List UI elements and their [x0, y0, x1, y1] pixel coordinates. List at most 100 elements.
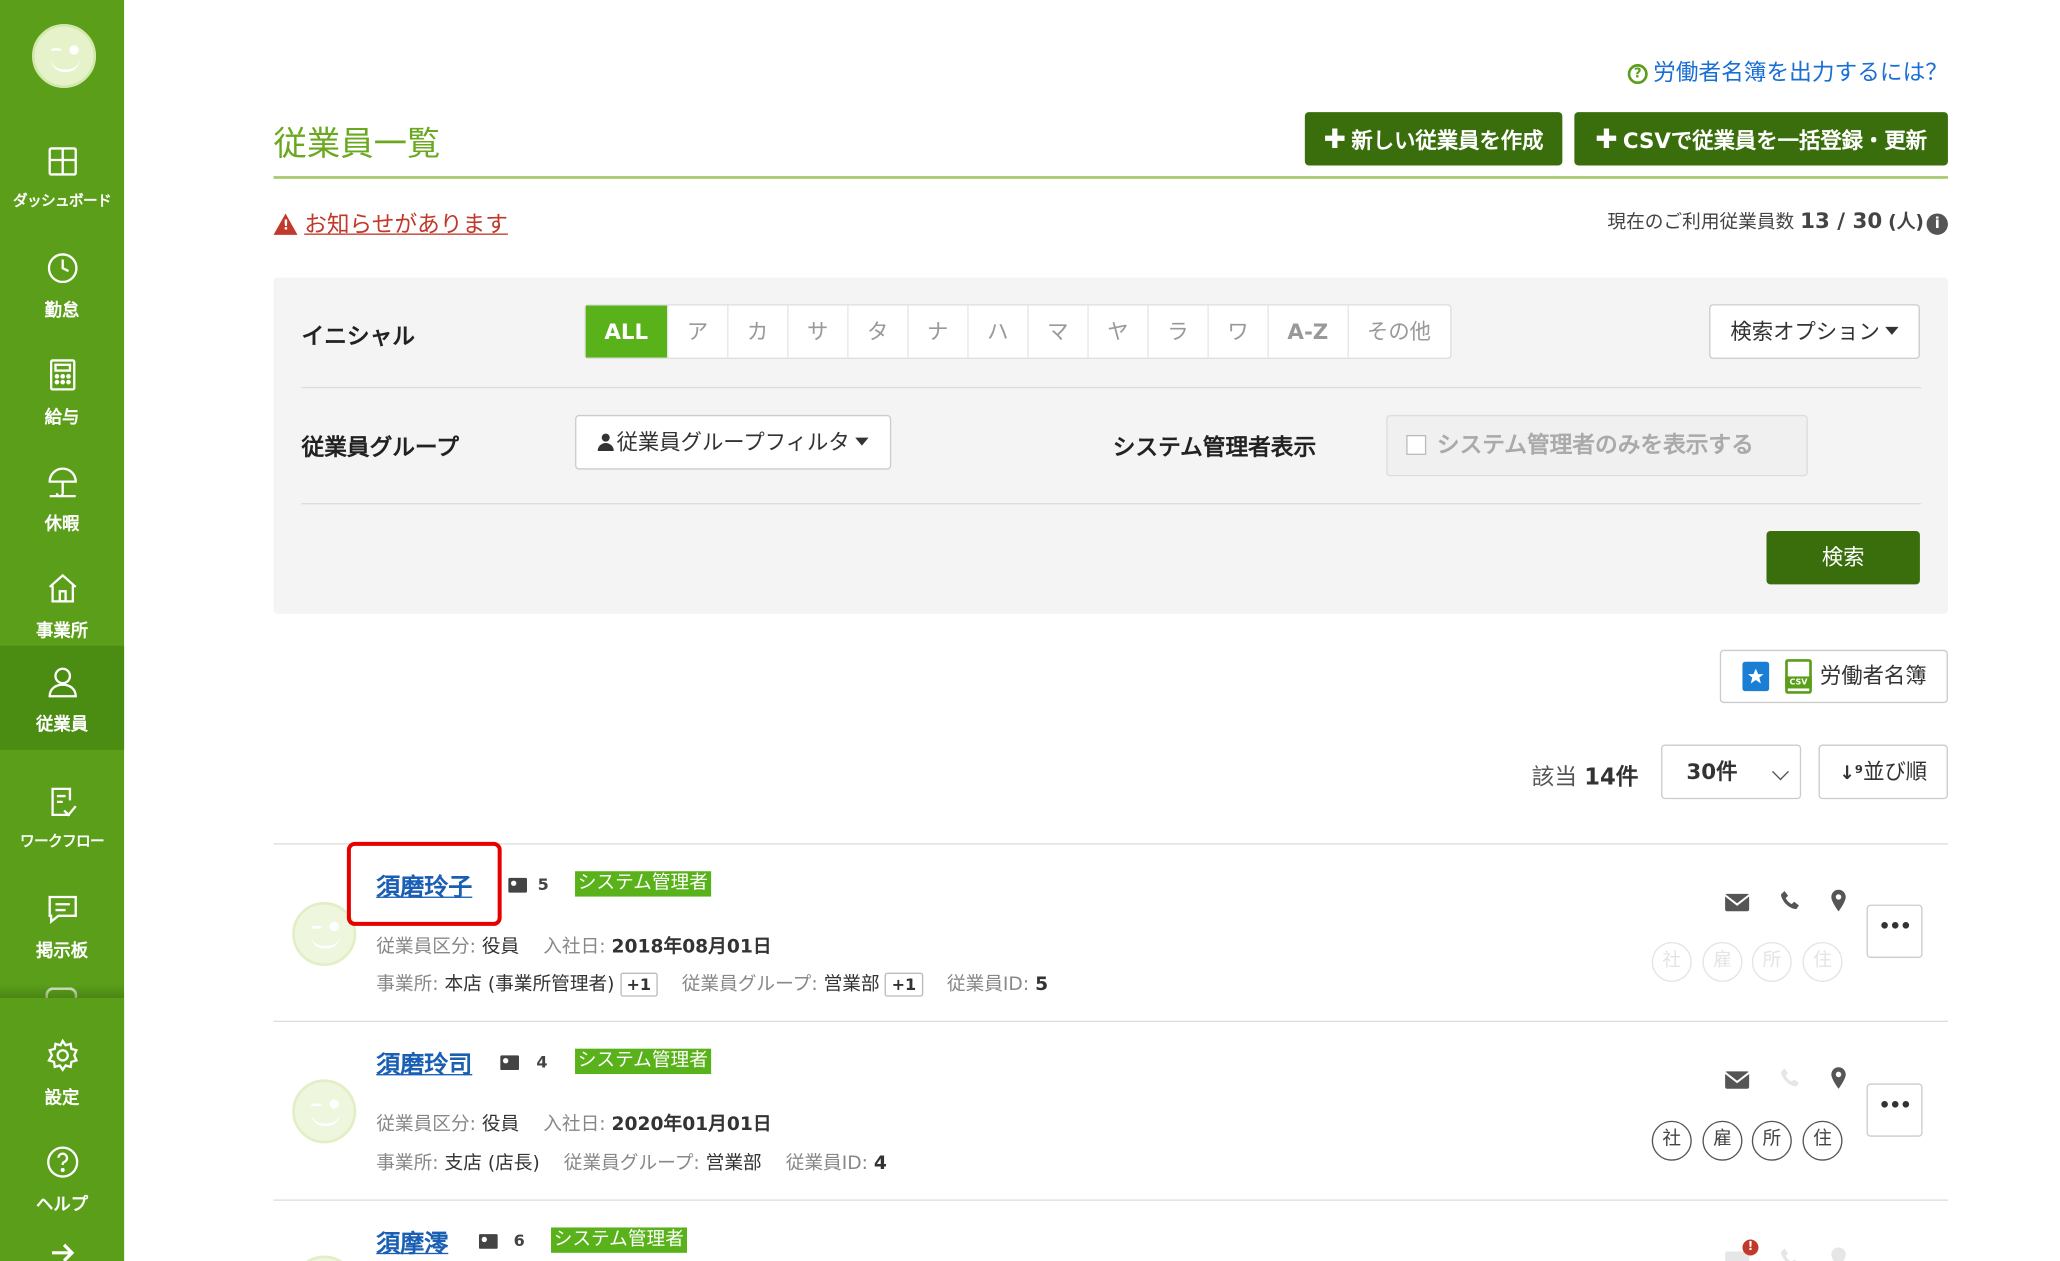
caret-down-icon: [855, 437, 869, 446]
employee-meta-1: 従業員区分: 役員 入社日: 2018年08月01日: [376, 933, 795, 960]
initial-sa[interactable]: サ: [786, 305, 847, 358]
app-logo[interactable]: [32, 24, 97, 89]
more-actions-button[interactable]: •••: [1866, 904, 1923, 958]
plus-icon: ✚: [1595, 122, 1618, 155]
location-icon[interactable]: [1825, 1066, 1852, 1090]
employee-meta-1: 従業員区分: 役員 入社日: 2020年01月01日: [376, 1110, 795, 1137]
category-value: 役員: [481, 1114, 520, 1136]
admin-badge: システム管理者: [575, 871, 711, 897]
office-chip[interactable]: 所: [1751, 1120, 1792, 1161]
initial-ya[interactable]: ヤ: [1087, 305, 1147, 358]
insurance-chip: 社: [1651, 941, 1692, 982]
initial-other[interactable]: その他: [1346, 305, 1450, 358]
chevron-down-icon: [1771, 763, 1789, 781]
search-options-label: 検索オプション: [1730, 318, 1880, 345]
employment-chip[interactable]: 雇: [1702, 1120, 1743, 1161]
group-label: 従業員グループ: [301, 434, 459, 462]
sidebar-item-label: ワークフロー: [20, 832, 105, 850]
warning-icon: !: [273, 213, 298, 235]
category-label: 従業員区分:: [376, 1114, 476, 1136]
initial-a[interactable]: ア: [666, 305, 727, 358]
sidebar-item-dashboard[interactable]: ダッシュボード: [0, 125, 124, 229]
notice-link[interactable]: ! お知らせがあります: [273, 205, 508, 239]
mail-icon[interactable]: [1724, 1067, 1751, 1091]
roster-csv-button[interactable]: CSV 労働者名簿: [1719, 649, 1948, 704]
caret-down-icon: [1885, 326, 1899, 335]
joined-value: 2020年01月01日: [611, 1114, 772, 1136]
initial-ta[interactable]: タ: [846, 305, 907, 358]
plus-icon: ✚: [1323, 122, 1347, 155]
sidebar-item-leave[interactable]: 休暇: [0, 446, 124, 550]
csv-import-button[interactable]: ✚ CSVで従業員を一括登録・更新: [1574, 112, 1948, 166]
initial-ma[interactable]: マ: [1027, 305, 1087, 358]
emp-id-label: 従業員ID:: [785, 1152, 868, 1175]
help-link[interactable]: ? 労働者名簿を出力するには？: [1627, 53, 1948, 87]
highlight-box: [346, 841, 502, 926]
expand-arrow-icon[interactable]: [51, 1243, 75, 1261]
category-value: 役員: [481, 936, 520, 958]
sidebar-item-workflow[interactable]: ワークフロー: [0, 766, 124, 870]
initial-ha[interactable]: ハ: [967, 305, 1027, 358]
row-divider: [273, 1199, 1948, 1201]
sidebar-item-label: 給与: [44, 408, 80, 429]
office-value: 支店 (店長): [444, 1152, 540, 1175]
address-chip: 住: [1802, 941, 1843, 982]
id-card-icon: [508, 877, 528, 893]
info-icon[interactable]: i: [1926, 213, 1948, 235]
roster-label: 労働者名簿: [1819, 663, 1927, 689]
insurance-chip[interactable]: 社: [1651, 1120, 1692, 1161]
person-icon: [48, 667, 77, 698]
question-icon: [47, 1146, 79, 1178]
initial-all[interactable]: ALL: [585, 305, 667, 358]
usage-unit: (人): [1888, 212, 1924, 234]
per-page-select[interactable]: 30件: [1661, 744, 1802, 800]
employee-name-link[interactable]: 須磨玲司: [376, 1046, 472, 1081]
count-value: 14件: [1584, 764, 1639, 792]
employee-meta-2: 事業所: 本店 (事業所管理者) +1 従業員グループ: 営業部 +1 従業員ID: 5: [376, 970, 1072, 997]
sidebar-item-office[interactable]: 事業所: [0, 552, 124, 656]
new-employee-label: 新しい従業員を作成: [1351, 128, 1544, 154]
sidebar-item-label: 事業所: [36, 621, 89, 642]
card-number: 4: [536, 1052, 548, 1072]
sidebar-item-employees[interactable]: 従業員: [0, 645, 125, 750]
phone-icon[interactable]: [1777, 889, 1804, 913]
avatar[interactable]: [292, 1079, 357, 1144]
initial-na[interactable]: ナ: [907, 305, 967, 358]
sidebar-item-label: 設定: [44, 1088, 80, 1109]
sidebar-item-settings[interactable]: 設定: [0, 1019, 124, 1123]
help-link-label: 労働者名簿を出力するには？: [1653, 60, 1948, 87]
new-employee-button[interactable]: ✚ 新しい従業員を作成: [1304, 112, 1563, 166]
office-label: 事業所:: [376, 973, 439, 996]
search-button[interactable]: 検索: [1766, 531, 1920, 585]
address-chip[interactable]: 住: [1802, 1120, 1843, 1161]
initial-ka[interactable]: カ: [726, 305, 787, 358]
sort-button[interactable]: ↓⁹並び順: [1818, 744, 1948, 800]
group-more-badge[interactable]: +1: [884, 972, 923, 997]
mail-icon[interactable]: [1724, 890, 1751, 914]
usage-info: 現在のご利用従業員数 13 / 30 (人) i: [1607, 208, 1948, 235]
usage-prefix: 現在のご利用従業員数: [1607, 212, 1795, 234]
sidebar-item-board[interactable]: 掲示板: [0, 873, 124, 977]
initial-a-z[interactable]: A-Z: [1267, 305, 1347, 358]
sidebar-item-attendance[interactable]: 勤怠: [0, 232, 124, 336]
employee-name-link[interactable]: 須摩澪: [376, 1225, 448, 1260]
initial-wa[interactable]: ワ: [1207, 305, 1267, 358]
location-icon[interactable]: [1825, 889, 1852, 913]
card-number: 5: [537, 875, 549, 894]
sidebar-item-payroll[interactable]: 給与: [0, 339, 124, 443]
avatar[interactable]: [292, 1255, 357, 1261]
admin-only-checkbox[interactable]: システム管理者のみを表示する: [1386, 414, 1808, 477]
clock-icon: [47, 253, 78, 284]
admin-badge: システム管理者: [575, 1048, 711, 1075]
group-label: 従業員グループ:: [681, 973, 818, 996]
sort-label: 並び順: [1863, 759, 1928, 785]
per-page-value: 30件: [1686, 759, 1738, 785]
notice-label: お知らせがあります: [304, 212, 508, 239]
search-options-dropdown[interactable]: 検索オプション: [1709, 304, 1920, 359]
more-actions-button[interactable]: •••: [1866, 1083, 1923, 1137]
office-more-badge[interactable]: +1: [619, 972, 658, 997]
initial-ra[interactable]: ラ: [1147, 305, 1207, 358]
checkbox-box[interactable]: [1406, 434, 1427, 455]
group-filter-dropdown[interactable]: 従業員グループフィルタ: [575, 414, 892, 470]
sidebar-item-help[interactable]: ヘルプ: [0, 1126, 124, 1230]
